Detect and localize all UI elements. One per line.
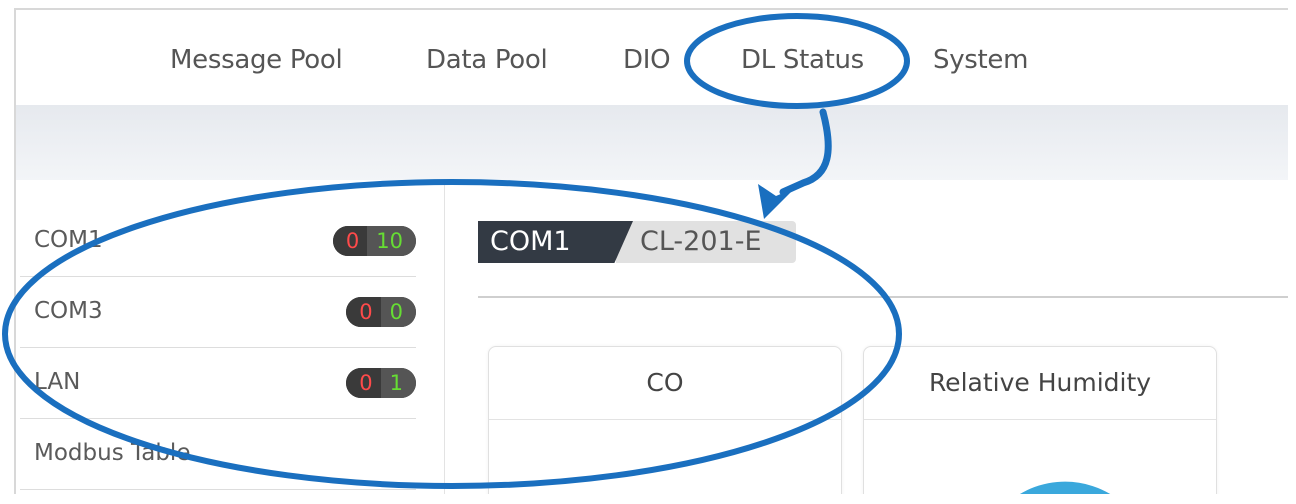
status-badge: 0 10 bbox=[332, 226, 416, 256]
nav-data-pool[interactable]: Data Pool bbox=[426, 45, 548, 75]
nav-dio[interactable]: DIO bbox=[623, 45, 671, 75]
sidebar: COM1 0 10 COM3 0 0 LAN 0 1 Modbus Table bbox=[16, 180, 436, 494]
main-content: COM1 CL-201-E CO Relative Humidity bbox=[446, 180, 1288, 494]
ok-count: 10 bbox=[367, 226, 416, 256]
top-navigation: Message Pool Data Pool DIO DL Status Sys… bbox=[16, 10, 1288, 105]
status-badge: 0 0 bbox=[346, 297, 416, 327]
status-badge: 0 1 bbox=[346, 368, 416, 398]
sidebar-item-lan[interactable]: LAN 0 1 bbox=[20, 348, 416, 419]
app-window: Message Pool Data Pool DIO DL Status Sys… bbox=[14, 8, 1288, 494]
card-title: CO bbox=[489, 347, 841, 420]
port-tag: COM1 bbox=[478, 221, 633, 263]
sidebar-item-label: LAN bbox=[34, 369, 81, 395]
sidebar-item-modbus-table[interactable]: Modbus Table bbox=[20, 419, 416, 490]
ok-count: 1 bbox=[380, 368, 416, 398]
error-count: 0 bbox=[346, 368, 381, 398]
sidebar-item-com1[interactable]: COM1 0 10 bbox=[20, 206, 416, 277]
card-title: Relative Humidity bbox=[864, 347, 1216, 420]
sensor-card-co: CO bbox=[488, 346, 842, 494]
divider bbox=[444, 180, 445, 494]
nav-dl-status[interactable]: DL Status bbox=[741, 45, 864, 75]
error-count: 0 bbox=[346, 297, 381, 327]
ok-count: 0 bbox=[380, 297, 416, 327]
sensor-card-humidity: Relative Humidity bbox=[863, 346, 1217, 494]
sidebar-item-label: COM3 bbox=[34, 298, 103, 324]
error-count: 0 bbox=[332, 226, 368, 256]
divider bbox=[478, 296, 1288, 298]
device-tag: COM1 CL-201-E bbox=[478, 221, 798, 263]
sidebar-item-com3[interactable]: COM3 0 0 bbox=[20, 277, 416, 348]
sidebar-item-label: COM1 bbox=[34, 227, 103, 253]
sidebar-item-label: Modbus Table bbox=[34, 440, 191, 466]
nav-system[interactable]: System bbox=[933, 45, 1028, 75]
device-name-tag: CL-201-E bbox=[616, 221, 796, 263]
nav-message-pool[interactable]: Message Pool bbox=[170, 45, 343, 75]
header-bar bbox=[16, 105, 1288, 180]
gauge-icon bbox=[1020, 481, 1111, 494]
